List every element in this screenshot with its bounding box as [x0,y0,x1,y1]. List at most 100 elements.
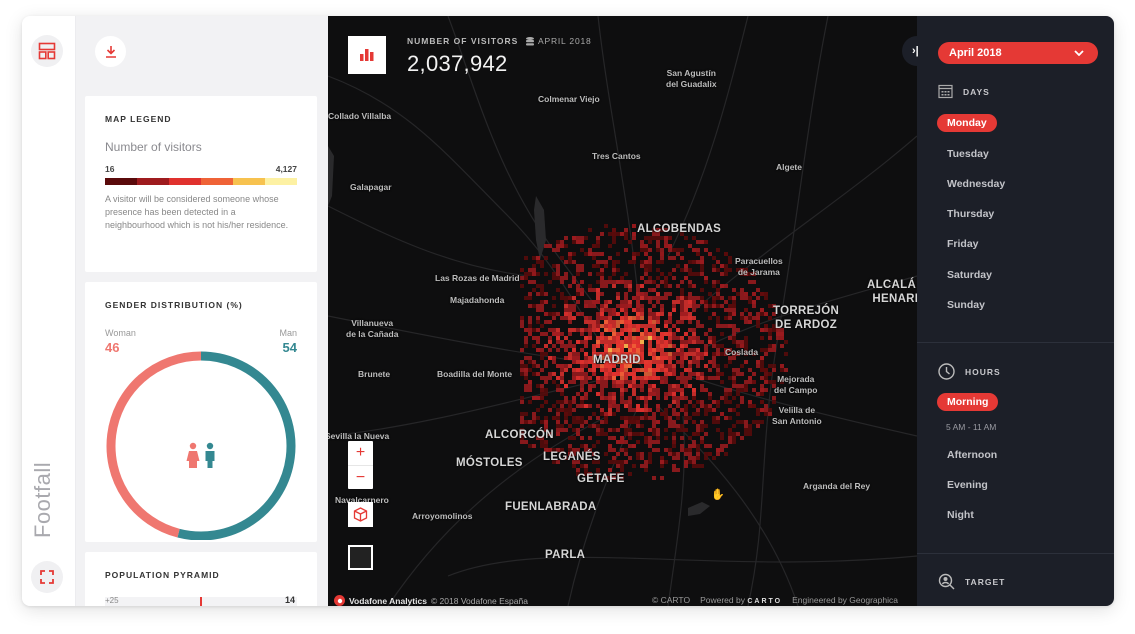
heat-cell [648,260,652,264]
map-view[interactable]: NUMBER OF VISITORS APRIL 2018 2,037,942 … [328,16,917,606]
heat-cell [608,392,612,396]
heat-cell [612,412,616,416]
target-header[interactable]: TARGET [938,573,1005,590]
heat-cell [632,420,636,424]
heat-cell [584,340,588,344]
heat-cell [632,348,636,352]
heat-cell [692,432,696,436]
heat-cell [544,380,548,384]
heat-cell [772,368,776,372]
3d-view-button[interactable] [348,502,373,527]
heat-cell [612,336,616,340]
kpi-label: NUMBER OF VISITORS [407,36,519,46]
heat-cell [672,356,676,360]
day-option-wednesday[interactable]: Wednesday [947,178,1005,190]
woman-arc[interactable] [106,351,201,538]
heat-cell [608,328,612,332]
heat-cell [664,392,668,396]
heat-cell [572,296,576,300]
city-label: Algete [776,162,802,172]
heat-cell [652,356,656,360]
heat-cell [636,292,640,296]
heat-cell [684,268,688,272]
heat-cell [776,336,780,340]
zoom-out-button[interactable]: − [348,465,373,489]
day-option-thursday[interactable]: Thursday [947,208,994,220]
heat-cell [728,324,732,328]
collapse-panel-button[interactable]: ›| [902,36,934,66]
heat-cell [784,340,788,344]
heat-cell [716,316,720,320]
heat-cell [596,320,600,324]
hour-option-evening[interactable]: Evening [947,479,988,491]
heat-cell [716,280,720,284]
heat-cell [652,392,656,396]
heat-cell [568,260,572,264]
heat-cell [652,360,656,364]
month-select[interactable]: April 2018 [938,42,1098,64]
heat-cell [696,340,700,344]
city-label: Las Rozas de Madrid [435,273,520,283]
hour-option-afternoon[interactable]: Afternoon [947,449,997,461]
layout-button[interactable] [31,35,63,67]
heat-cell [672,468,676,472]
heat-cell [528,324,532,328]
heat-cell [648,288,652,292]
day-option-friday[interactable]: Friday [947,238,979,250]
heat-cell [564,276,568,280]
heat-cell [600,324,604,328]
heat-cell [544,352,548,356]
heat-cell [640,244,644,248]
heat-cell [528,388,532,392]
heat-cell [672,420,676,424]
day-option-saturday[interactable]: Saturday [947,269,992,281]
heat-cell [712,264,716,268]
heat-cell [740,316,744,320]
heat-cell [576,428,580,432]
heat-cell [580,400,584,404]
heat-cell [648,248,652,252]
divider [917,553,1114,554]
day-option-sunday[interactable]: Sunday [947,299,985,311]
fullscreen-button[interactable] [31,561,63,593]
download-button[interactable] [95,36,126,67]
heat-cell [540,332,544,336]
heat-cell [600,388,604,392]
hour-option-morning[interactable]: Morning [937,393,999,411]
heat-cell [620,300,624,304]
heat-cell [768,372,772,376]
carto-copyright-link[interactable]: © CARTO [652,595,690,605]
heat-cell [712,284,716,288]
zoom-in-button[interactable]: + [348,441,373,465]
carto-logo[interactable]: CARTO [747,598,782,605]
heat-cell [740,436,744,440]
heat-cell [596,236,600,240]
day-option-tuesday[interactable]: Tuesday [947,148,989,160]
heat-cell [556,376,560,380]
heat-cell [560,400,564,404]
heat-cell [728,416,732,420]
heat-cell [672,412,676,416]
heat-cell [720,412,724,416]
heat-cell [604,280,608,284]
heat-cell [624,248,628,252]
heat-cell [540,264,544,268]
heat-cell [664,340,668,344]
heat-cell [760,368,764,372]
heat-cell [672,308,676,312]
heat-cell [660,356,664,360]
heat-cell [564,368,568,372]
hour-option-night[interactable]: Night [947,509,974,521]
engineered-by-label[interactable]: Engineered by Geographica [792,595,898,605]
heat-cell [724,316,728,320]
heat-cell [640,276,644,280]
heat-cell [636,304,640,308]
day-option-monday[interactable]: Monday [937,114,997,132]
heat-cell [748,428,752,432]
heat-cell [580,292,584,296]
heat-cell [552,328,556,332]
heat-cell [612,384,616,388]
basemap-toggle-button[interactable] [348,545,373,570]
heat-cell [568,412,572,416]
heat-cell [712,300,716,304]
